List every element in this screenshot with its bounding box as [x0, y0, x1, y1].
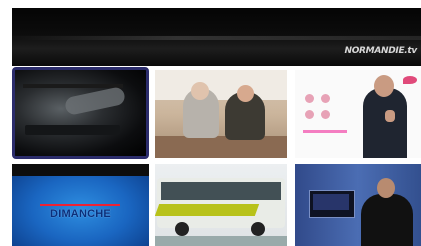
video-thumbnail-1[interactable] — [12, 67, 149, 159]
channel-logo: NORMANDIE.tv — [344, 46, 417, 56]
thumbnail-image — [295, 164, 421, 246]
thumbnail-image — [155, 70, 287, 158]
thumbnail-image: DIMANCHE — [12, 164, 149, 246]
video-thumbnail-6[interactable] — [295, 164, 421, 246]
video-thumbnail-5[interactable] — [155, 164, 287, 246]
video-thumbnail-2[interactable] — [155, 70, 287, 158]
thumbnail-image — [155, 164, 287, 246]
thumbnail-title-text: DIMANCHE — [50, 208, 111, 220]
video-thumbnail-4[interactable]: DIMANCHE — [12, 164, 149, 246]
thumbnail-image — [15, 70, 146, 156]
video-thumbnail-3[interactable] — [295, 70, 421, 158]
thumbnail-image — [295, 70, 421, 158]
featured-video-banner[interactable]: NORMANDIE.tv — [12, 8, 421, 66]
